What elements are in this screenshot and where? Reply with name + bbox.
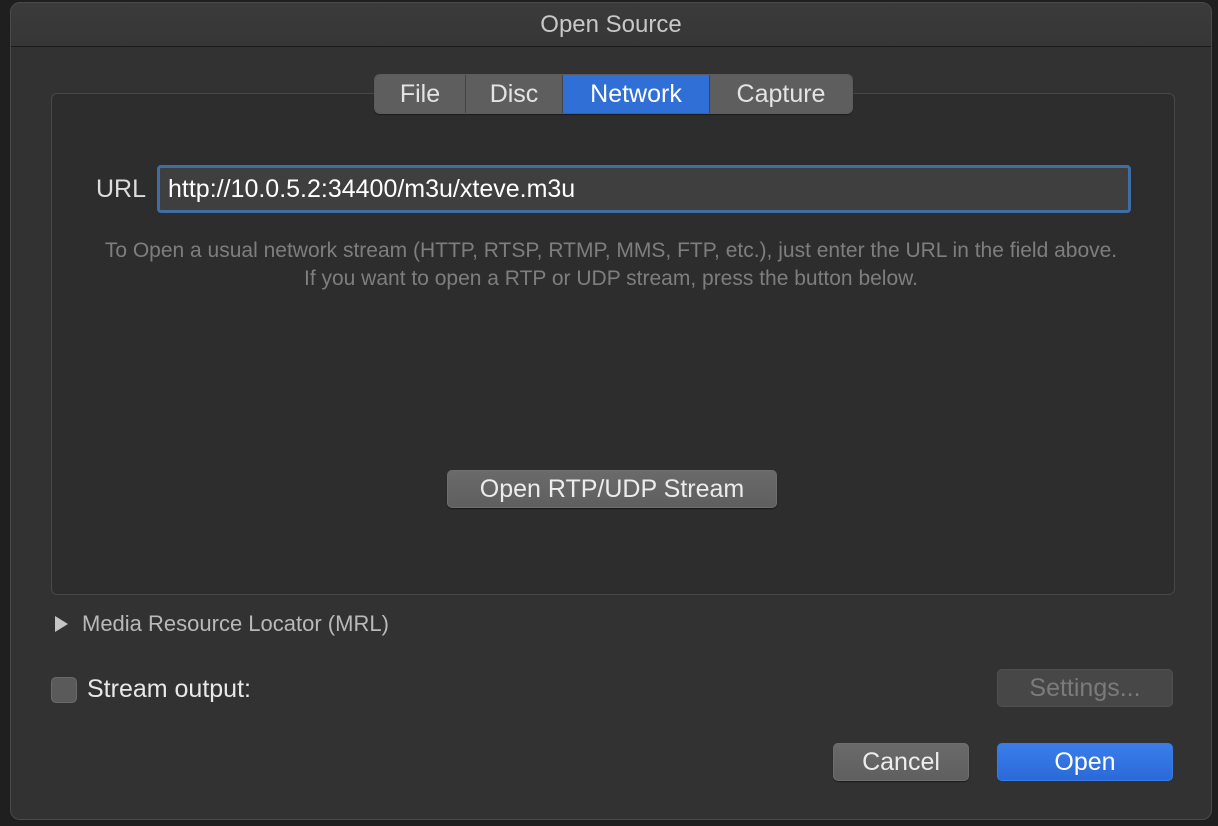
- open-rtp-udp-stream-button[interactable]: Open RTP/UDP Stream: [447, 470, 777, 508]
- url-input[interactable]: http://10.0.5.2:34400/m3u/xteve.m3u: [157, 165, 1131, 213]
- stream-output-checkbox[interactable]: [51, 676, 77, 703]
- tab-network[interactable]: Network: [563, 75, 710, 113]
- stream-output-label[interactable]: Stream output:: [87, 675, 251, 704]
- disclosure-triangle-icon[interactable]: [55, 616, 68, 632]
- window-title: Open Source: [11, 3, 1211, 47]
- mrl-label: Media Resource Locator (MRL): [82, 611, 389, 636]
- tab-disc[interactable]: Disc: [466, 75, 563, 113]
- open-source-dialog: Open Source File Disc Network Capture UR…: [10, 2, 1212, 820]
- settings-button[interactable]: Settings...: [997, 669, 1173, 707]
- stream-output-row: Stream output:: [51, 675, 251, 704]
- tab-capture[interactable]: Capture: [710, 75, 852, 113]
- network-help-text: To Open a usual network stream (HTTP, RT…: [104, 239, 1118, 290]
- source-tabs: File Disc Network Capture: [374, 74, 853, 114]
- open-button[interactable]: Open: [997, 743, 1173, 781]
- cancel-button[interactable]: Cancel: [833, 743, 969, 781]
- url-label: URL: [96, 175, 147, 203]
- tab-file[interactable]: File: [375, 75, 466, 113]
- mrl-disclosure[interactable]: Media Resource Locator (MRL): [55, 611, 389, 637]
